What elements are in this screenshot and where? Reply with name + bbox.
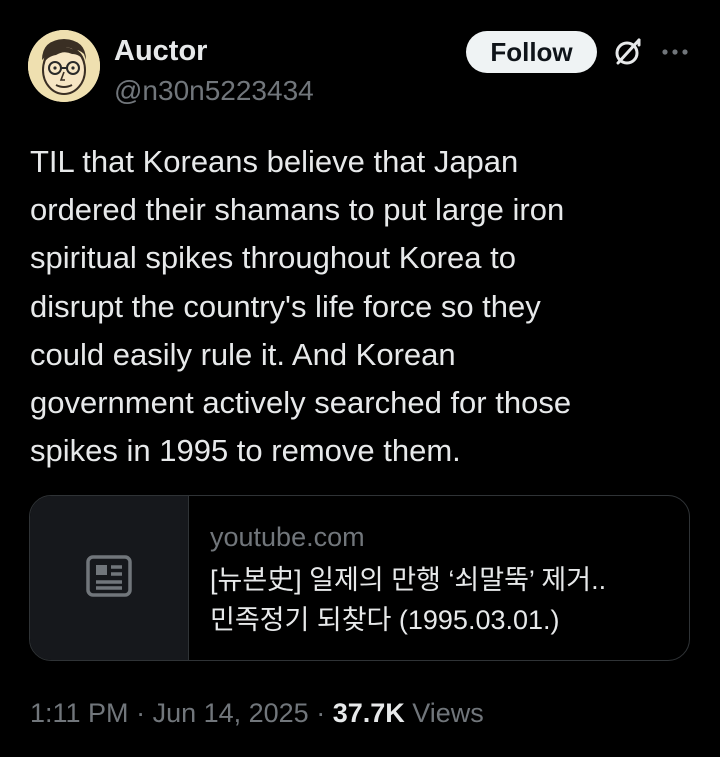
link-thumbnail <box>30 496 189 660</box>
grok-icon[interactable] <box>612 36 644 68</box>
link-preview-card[interactable]: youtube.com [뉴본史] 일제의 만행 ‘쇠말뚝’ 제거.. 민족정기… <box>29 495 690 661</box>
author-handle[interactable]: @n30n5223434 <box>114 74 314 108</box>
link-title-line: 민족정기 되찾다 (1995.03.01.) <box>210 605 560 635</box>
tweet-text-line: disrupt the country's life force so they <box>30 288 541 324</box>
cartoon-face-icon <box>28 30 100 102</box>
tweet-text: TIL that Koreans believe that Japan orde… <box>30 138 690 475</box>
link-title: [뉴본史] 일제의 만행 ‘쇠말뚝’ 제거.. 민족정기 되찾다 (1995.0… <box>210 560 680 640</box>
tweet-text-line: ordered their shamans to put large iron <box>30 192 565 228</box>
article-icon <box>86 555 132 597</box>
tweet-text-line: government actively searched for those <box>30 385 572 421</box>
meta-separator: · <box>128 698 153 728</box>
link-domain: youtube.com <box>210 522 365 552</box>
author-display-name[interactable]: Auctor <box>114 34 207 68</box>
tweet-time[interactable]: 1:11 PM <box>30 698 129 728</box>
more-horizontal-icon[interactable] <box>659 40 691 64</box>
meta-separator: · <box>308 698 333 728</box>
tweet-text-line: could easily rule it. And Korean <box>30 336 456 372</box>
link-title-line: [뉴본史] 일제의 만행 ‘쇠말뚝’ 제거.. <box>210 565 607 595</box>
views-label: Views <box>404 698 484 728</box>
tweet-date[interactable]: Jun 14, 2025 <box>153 698 309 728</box>
tweet-text-line: spiritual spikes throughout Korea to <box>30 240 516 276</box>
views-count: 37.7K <box>332 698 405 728</box>
tweet-text-line: spikes in 1995 to remove them. <box>30 433 461 469</box>
avatar[interactable] <box>28 30 100 102</box>
tweet-text-line: TIL that Koreans believe that Japan <box>30 144 519 179</box>
tweet-meta: 1:11 PM · Jun 14, 2025 · 37.7K Views <box>30 696 484 730</box>
follow-button[interactable]: Follow <box>466 31 597 73</box>
